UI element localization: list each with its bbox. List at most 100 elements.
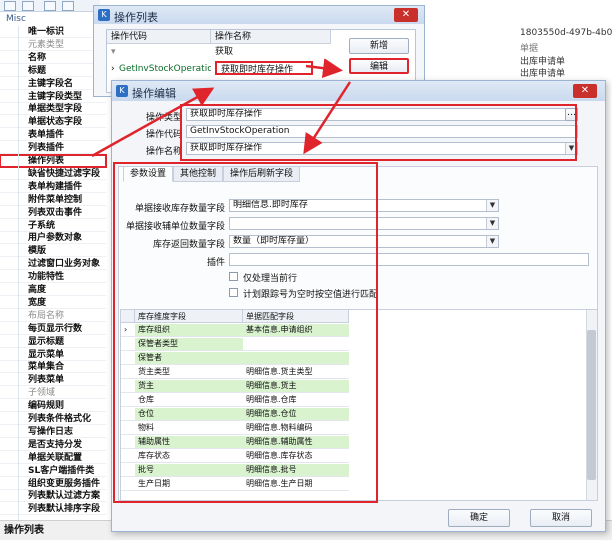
chevron-down-icon[interactable]: ▼ (486, 236, 498, 247)
dimension-cell[interactable]: 货主 (135, 380, 243, 392)
tab-refresh-fields[interactable]: 操作后刷新字段 (223, 166, 301, 182)
property-row[interactable]: 名称 (0, 52, 106, 64)
property-row[interactable]: 编码规则 (0, 400, 106, 413)
match-cell[interactable]: 明细信息.批号 (243, 464, 349, 476)
grid-row[interactable]: 仓位 明细信息.仓位 (121, 408, 349, 421)
match-cell[interactable]: 基本信息.申请组织 (243, 324, 349, 336)
match-cell[interactable]: 明细信息.生产日期 (243, 478, 349, 490)
scrollbar-thumb[interactable] (587, 330, 596, 480)
dimension-cell[interactable]: 物料 (135, 422, 243, 434)
chevron-down-icon[interactable]: ▼ (486, 218, 498, 229)
table-row-name-selected[interactable]: 获取即时库存操作 (215, 61, 313, 75)
match-cell[interactable]: 明细信息.物料编码 (243, 422, 349, 434)
property-row[interactable]: 子领域 (0, 387, 106, 400)
property-row[interactable]: 列表菜单 (0, 374, 106, 387)
grid-row[interactable]: 库存状态 明细信息.库存状态 (121, 450, 349, 463)
chevron-down-icon[interactable]: ▼ (565, 143, 577, 154)
grid-row[interactable]: 保管者 (121, 352, 349, 365)
property-row[interactable]: 唯一标识 (0, 26, 106, 38)
property-row[interactable]: 组织变更服务插件 (0, 478, 106, 490)
dimension-cell[interactable]: 仓位 (135, 408, 243, 420)
events-icon[interactable] (62, 1, 74, 11)
property-row[interactable]: 单据关联配置 (0, 452, 106, 464)
property-row[interactable]: SL客户端插件类 (0, 465, 106, 477)
property-row[interactable]: 功能特性 (0, 271, 106, 284)
property-row[interactable]: 标题 (0, 65, 106, 77)
close-button[interactable]: ✕ (394, 8, 418, 22)
param-select-2[interactable]: ▼ (229, 217, 499, 230)
chevron-down-icon[interactable]: ▼ (486, 200, 498, 211)
property-row[interactable]: 宽度 (0, 297, 106, 309)
property-row[interactable]: 缺省快捷过滤字段 (0, 168, 106, 180)
match-cell[interactable]: 明细信息.库存状态 (243, 450, 349, 462)
dimension-cell[interactable]: 保管者 (135, 352, 243, 364)
column-header-match[interactable]: 单据匹配字段 (243, 310, 349, 323)
dimension-cell[interactable]: 生产日期 (135, 478, 243, 490)
checkbox-current-row[interactable] (229, 272, 238, 281)
property-row[interactable]: 每页显示行数 (0, 323, 106, 335)
edit-button[interactable]: 编辑 (349, 58, 409, 74)
add-button[interactable]: 新增 (349, 38, 409, 54)
grid-row[interactable]: 保管者类型 (121, 338, 349, 351)
property-row[interactable]: 高度 (0, 284, 106, 296)
column-header-code[interactable]: 操作代码 (107, 30, 211, 44)
property-row[interactable]: 过滤窗口业务对象 (0, 258, 106, 271)
table-row-name[interactable]: 获取 (211, 45, 331, 59)
categorized-icon[interactable] (4, 1, 16, 11)
grid-row[interactable]: 货主类型 明细信息.货主类型 (121, 366, 349, 379)
type-field[interactable]: 获取即时库存操作 (186, 108, 578, 121)
plugin-field[interactable] (229, 253, 589, 266)
grid-row[interactable]: 仓库 明细信息.仓库 (121, 394, 349, 407)
table-row-code[interactable]: GetInvStockOperation (115, 62, 211, 76)
dimension-cell[interactable]: 辅助属性 (135, 436, 243, 448)
cancel-button[interactable]: 取消 (530, 509, 592, 527)
column-header-dimension[interactable]: 库存维度字段 (135, 310, 243, 323)
property-row[interactable]: 列表默认过滤方案 (0, 490, 106, 503)
match-cell[interactable]: 明细信息.仓位 (243, 408, 349, 420)
property-row[interactable]: 模版 (0, 245, 106, 258)
dimension-cell[interactable]: 库存组织 (135, 324, 243, 336)
dimension-cell[interactable]: 货主类型 (135, 366, 243, 378)
property-row[interactable]: 列表默认排序字段 (0, 503, 106, 516)
dimension-cell[interactable]: 批号 (135, 464, 243, 476)
dimension-cell[interactable]: 仓库 (135, 394, 243, 406)
properties-icon[interactable] (44, 1, 56, 11)
property-row[interactable]: 主键字段名 (0, 78, 106, 90)
property-row[interactable]: 主键字段类型 (0, 91, 106, 103)
property-row[interactable]: 表单插件 (0, 129, 106, 142)
property-row[interactable]: 布局名称 (0, 310, 106, 322)
property-row[interactable]: 子系统 (0, 220, 106, 232)
property-row[interactable]: 操作列表 (0, 154, 107, 168)
property-row[interactable]: 表单构建插件 (0, 181, 106, 193)
property-row[interactable]: 菜单集合 (0, 361, 106, 374)
match-cell[interactable]: 明细信息.货主类型 (243, 366, 349, 378)
grid-row[interactable]: 批号 明细信息.批号 (121, 464, 349, 477)
param-select-1[interactable]: 明细信息.即时库存 ▼ (229, 199, 499, 212)
checkbox-empty-match[interactable] (229, 288, 238, 297)
grid-row[interactable]: 物料 明细信息.物料编码 (121, 422, 349, 435)
property-row[interactable]: 显示标题 (0, 336, 106, 348)
alphabetical-icon[interactable] (22, 1, 34, 11)
match-cell[interactable]: 明细信息.仓库 (243, 394, 349, 406)
property-row[interactable]: 单据状态字段 (0, 116, 106, 129)
tab-other-control[interactable]: 其他控制 (173, 166, 224, 182)
property-row[interactable]: 是否支持分发 (0, 439, 106, 451)
dimension-cell[interactable]: 保管者类型 (135, 338, 243, 350)
property-row[interactable]: 附件菜单控制 (0, 194, 106, 206)
property-row[interactable]: 显示菜单 (0, 349, 106, 361)
property-row[interactable]: 列表插件 (0, 142, 106, 155)
ok-button[interactable]: 确定 (448, 509, 510, 527)
match-cell[interactable] (243, 352, 349, 364)
column-header-name[interactable]: 操作名称 (211, 30, 331, 44)
name-field[interactable]: 获取即时库存操作 ▼ (186, 142, 578, 155)
property-row[interactable]: 写操作日志 (0, 426, 106, 438)
ellipsis-button[interactable]: … (565, 108, 578, 121)
match-cell[interactable]: 明细信息.辅助属性 (243, 436, 349, 448)
grid-row[interactable]: 货主 明细信息.货主 (121, 380, 349, 393)
grid-row[interactable]: › 库存组织 基本信息.申请组织 (121, 324, 349, 337)
property-row[interactable]: 列表条件格式化 (0, 413, 106, 425)
grid-row[interactable]: 生产日期 明细信息.生产日期 (121, 478, 349, 491)
property-row[interactable]: 用户参数对象 (0, 232, 106, 245)
param-select-3[interactable]: 数量（即时库存量） ▼ (229, 235, 499, 248)
property-row[interactable]: 元素类型 (0, 39, 106, 51)
